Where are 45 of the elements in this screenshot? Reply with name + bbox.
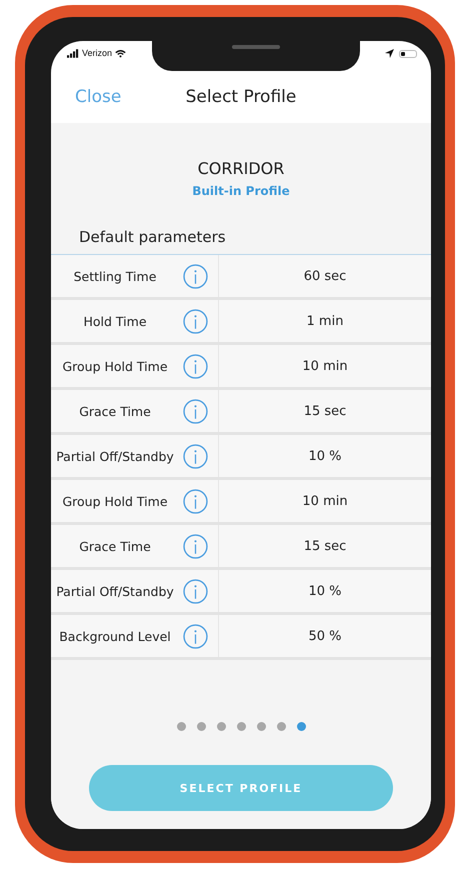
page-indicator-dot[interactable] xyxy=(236,722,246,731)
parameter-label: Settling Time xyxy=(72,268,158,284)
info-icon[interactable] xyxy=(183,264,208,288)
page-indicator-dot[interactable] xyxy=(196,722,206,731)
info-icon[interactable] xyxy=(183,398,208,424)
profile-name: CORRIDOR xyxy=(196,159,286,178)
parameter-label: Hold Time xyxy=(82,314,148,328)
parameter-value: 15 sec xyxy=(302,402,348,420)
close-button[interactable]: Close xyxy=(75,87,122,107)
info-icon[interactable] xyxy=(183,354,208,378)
speaker-grille xyxy=(232,45,280,49)
profile-type: Built-in Profile xyxy=(191,184,291,198)
parameter-label: Partial Off/Standby xyxy=(55,448,175,464)
parameter-label: Partial Off/Standby xyxy=(55,584,175,598)
parameter-value: 15 sec xyxy=(302,538,348,556)
battery-icon xyxy=(399,50,417,58)
parameter-value: 50 % xyxy=(307,628,343,646)
parameter-label: Grace Time xyxy=(78,538,152,554)
parameter-label: Grace Time xyxy=(78,404,152,418)
info-icon[interactable] xyxy=(183,308,208,334)
screen-title: Select Profile xyxy=(186,87,296,107)
wifi-icon xyxy=(115,48,126,58)
info-icon[interactable] xyxy=(183,444,208,468)
parameter-label: Group Hold Time xyxy=(61,494,169,508)
page-indicator-dot[interactable] xyxy=(176,722,186,731)
signal-icon xyxy=(67,48,79,58)
select-profile-button[interactable]: SELECT PROFILE xyxy=(89,765,393,811)
parameter-label: Group Hold Time xyxy=(61,358,169,374)
location-arrow-icon xyxy=(385,49,394,58)
carrier-name: Verizon xyxy=(82,48,112,58)
parameter-label: Background Level xyxy=(58,628,172,644)
parameter-value: 1 min xyxy=(306,312,344,330)
parameter-value: 10 min xyxy=(301,358,349,376)
info-icon[interactable] xyxy=(183,534,208,558)
parameter-value: 10 min xyxy=(301,492,349,510)
page-indicator-dot[interactable] xyxy=(216,722,226,731)
page-indicator-dot[interactable] xyxy=(276,722,286,731)
page-indicator-dot[interactable] xyxy=(296,722,306,731)
info-icon[interactable] xyxy=(183,624,208,648)
parameter-value: 10 % xyxy=(307,582,343,600)
info-icon[interactable] xyxy=(183,488,208,514)
parameter-value: 60 sec xyxy=(302,268,348,286)
page-indicator-dot[interactable] xyxy=(256,722,266,731)
info-icon[interactable] xyxy=(183,578,208,604)
parameter-value: 10 % xyxy=(307,448,343,466)
